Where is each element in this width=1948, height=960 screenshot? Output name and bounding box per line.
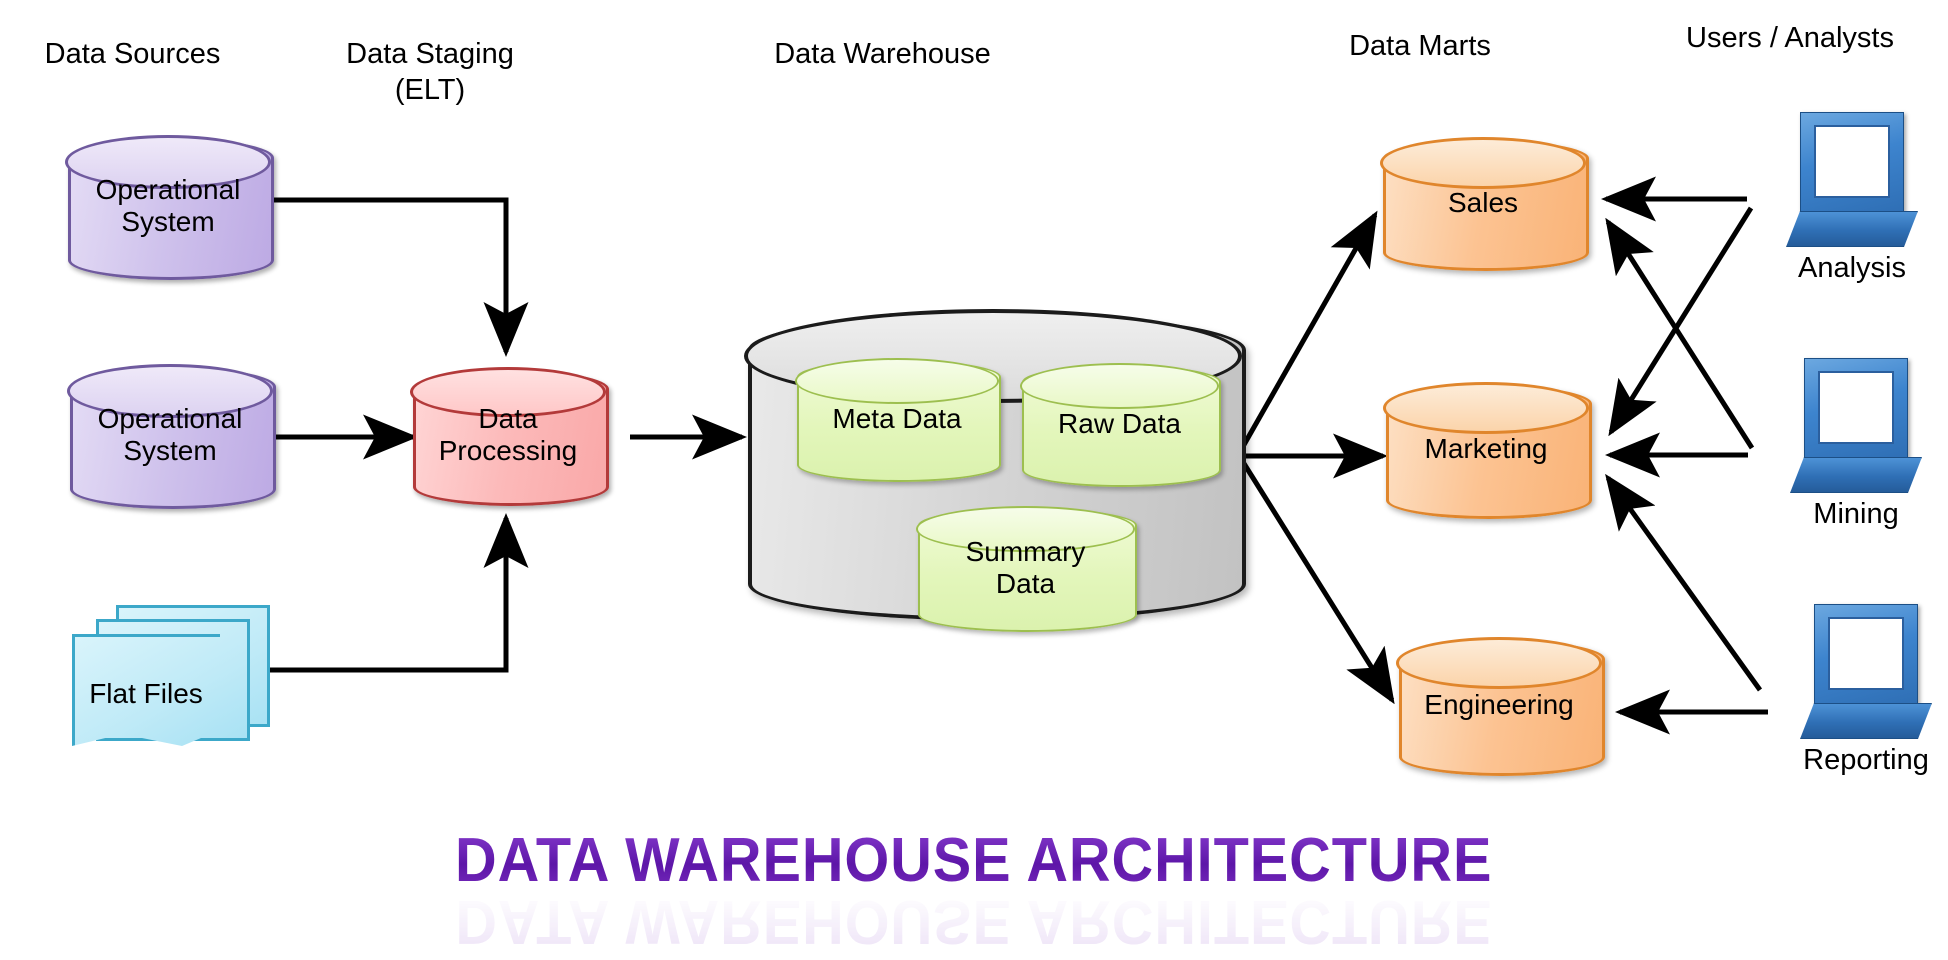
cylinder-top: [795, 358, 999, 404]
laptop-base: [1800, 703, 1932, 739]
mining-label: Mining: [1813, 498, 1899, 530]
flow-reporting-to-marketing: [1605, 473, 1763, 692]
laptop-lid: [1814, 604, 1918, 704]
analysis-laptop[interactable]: Analysis: [1786, 112, 1918, 287]
column-header-data-sources: Data Sources: [44, 38, 221, 70]
analysis-label: Analysis: [1798, 252, 1906, 284]
laptop-screen: [1828, 617, 1904, 690]
column-header-data-marts: Data Marts: [1349, 30, 1491, 62]
marketing-mart-cylinder[interactable]: Marketing: [1383, 382, 1592, 519]
operational-system-2-cylinder[interactable]: Operational System: [67, 364, 276, 509]
cylinder-top: [1396, 637, 1602, 689]
flow-flatfiles-to-processing: [258, 513, 529, 673]
laptop-lid: [1800, 112, 1904, 212]
mining-laptop[interactable]: Mining: [1790, 358, 1922, 533]
flow-opsys1-to-processing: [268, 197, 529, 357]
cylinder-top: [1020, 363, 1219, 409]
cylinder-top: [916, 506, 1135, 552]
flat-files-stack[interactable]: Flat Files: [72, 605, 270, 746]
flow-warehouse-to-engineering: [1240, 460, 1395, 705]
flow-warehouse-to-sales: [1238, 210, 1378, 452]
operational-system-1-cylinder[interactable]: Operational System: [65, 135, 274, 280]
laptop-lid: [1804, 358, 1908, 458]
flow-mining-to-sales: [1605, 217, 1755, 450]
column-header-data-warehouse: Data Warehouse: [774, 38, 991, 70]
column-header-data-staging: Data Staging (ELT): [346, 38, 514, 107]
cylinder-top: [410, 367, 606, 417]
raw-data-cylinder[interactable]: Raw Data: [1020, 363, 1221, 487]
flat-files-sheet-front: [72, 634, 220, 746]
sales-mart-cylinder[interactable]: Sales: [1380, 137, 1589, 271]
cylinder-top: [1383, 382, 1589, 434]
summary-data-cylinder[interactable]: Summary Data: [916, 506, 1137, 632]
diagram-title-block: DATA WAREHOUSE ARCHITECTURE DATA WAREHOU…: [0, 825, 1948, 957]
laptop-base: [1786, 211, 1918, 247]
cylinder-top: [65, 135, 271, 189]
cylinder-top: [1380, 137, 1586, 189]
engineering-mart-cylinder[interactable]: Engineering: [1396, 637, 1605, 776]
cylinder-top: [67, 364, 273, 418]
laptop-base: [1790, 457, 1922, 493]
laptop-screen: [1818, 371, 1894, 444]
column-header-users-analysts: Users / Analysts: [1686, 22, 1894, 54]
diagram-canvas: Data Sources Data Staging (ELT) Data War…: [0, 0, 1948, 960]
reporting-label: Reporting: [1803, 744, 1929, 776]
data-processing-cylinder[interactable]: Data Processing: [410, 367, 609, 506]
flow-analysis-to-marketing: [1608, 206, 1754, 437]
page-title-reflection: DATA WAREHOUSE ARCHITECTURE: [455, 887, 1493, 956]
reporting-laptop[interactable]: Reporting: [1800, 604, 1932, 779]
meta-data-cylinder[interactable]: Meta Data: [795, 358, 1001, 482]
laptop-screen: [1814, 125, 1890, 198]
